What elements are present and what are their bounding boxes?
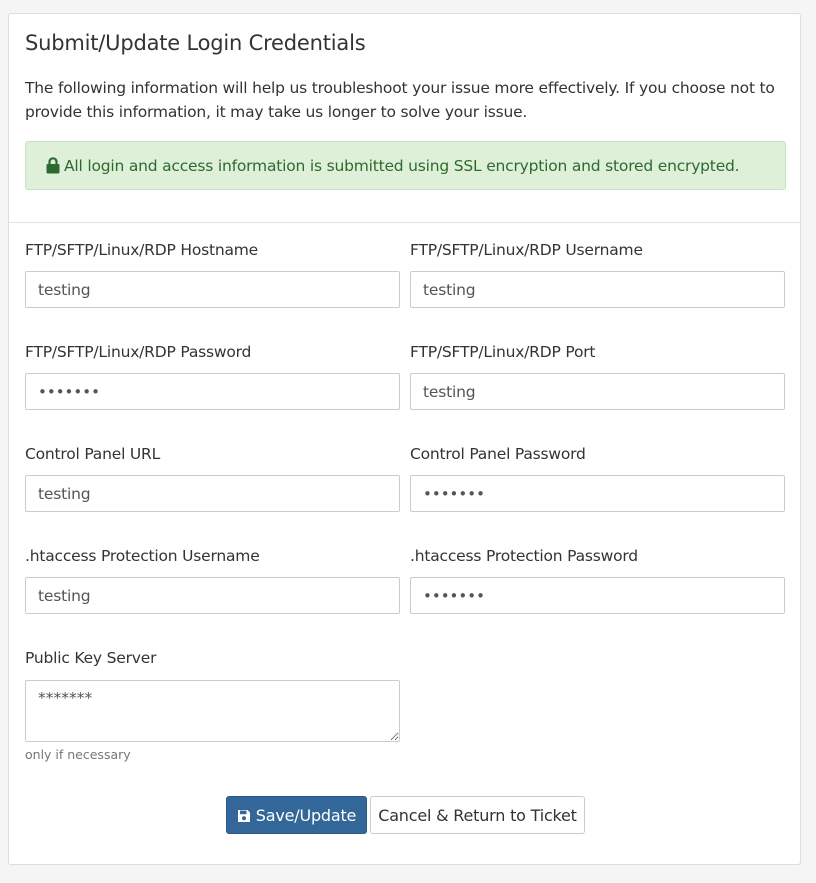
ftp-username-label: FTP/SFTP/Linux/RDP Username [410,241,643,259]
cp-password-input[interactable] [410,475,785,512]
cp-password-label: Control Panel Password [410,445,586,463]
ht-username-group: .htaccess Protection Username [25,547,400,614]
ftp-hostname-label: FTP/SFTP/Linux/RDP Hostname [25,241,259,259]
cp-url-group: Control Panel URL [25,445,400,512]
ftp-port-group: FTP/SFTP/Linux/RDP Port [410,343,785,410]
ftp-port-label: FTP/SFTP/Linux/RDP Port [410,343,596,361]
cancel-return-label: Cancel & Return to Ticket [378,805,577,825]
ht-username-input[interactable] [25,577,400,614]
ht-password-input[interactable] [410,577,785,614]
ht-password-label: .htaccess Protection Password [410,547,638,565]
public-key-textarea[interactable]: ******* [25,680,400,742]
ssl-alert: All login and access information is subm… [25,141,786,190]
ftp-password-input[interactable] [25,373,400,410]
public-key-group: Public Key Server [25,649,400,671]
divider [9,222,800,223]
save-update-label: Save/Update [255,805,357,825]
public-key-label: Public Key Server [25,649,157,667]
ftp-username-input[interactable] [410,271,785,308]
cp-url-input[interactable] [25,475,400,512]
save-update-button[interactable]: Save/Update [226,796,367,834]
cancel-return-button[interactable]: Cancel & Return to Ticket [370,796,585,834]
ftp-hostname-group: FTP/SFTP/Linux/RDP Hostname [25,241,400,308]
intro-text: The following information will help us t… [25,79,775,121]
alert-text: All login and access information is subm… [64,156,740,175]
cp-password-group: Control Panel Password [410,445,785,512]
ftp-password-group: FTP/SFTP/Linux/RDP Password [25,343,400,410]
ftp-password-label: FTP/SFTP/Linux/RDP Password [25,343,252,361]
ht-username-label: .htaccess Protection Username [25,547,260,565]
ftp-username-group: FTP/SFTP/Linux/RDP Username [410,241,785,308]
public-key-help: only if necessary [25,747,131,762]
ht-password-group: .htaccess Protection Password [410,547,785,614]
ftp-hostname-input[interactable] [25,271,400,308]
cp-url-label: Control Panel URL [25,445,161,463]
ftp-port-input[interactable] [410,373,785,410]
lock-icon [46,157,60,174]
panel-title: Submit/Update Login Credentials [25,31,366,55]
floppy-disk-icon [237,808,251,822]
credentials-panel: Submit/Update Login Credentials The foll… [8,13,801,865]
